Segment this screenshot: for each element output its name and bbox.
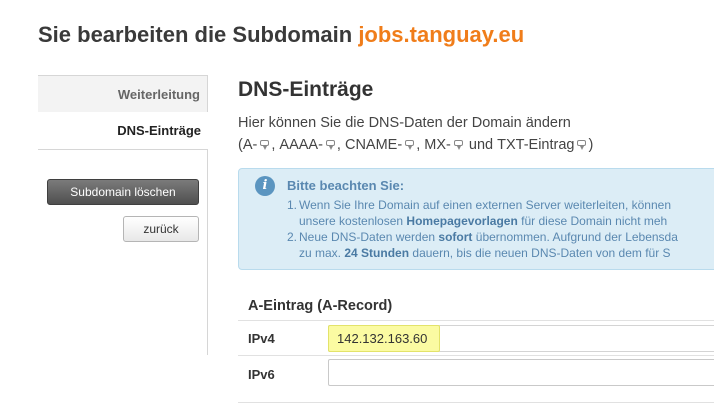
page-title-prefix: Sie bearbeiten die Subdomain [38, 22, 353, 47]
record-types-line: (A-, AAAA-, CNAME-, MX- und TXT-Eintrag) [238, 134, 593, 156]
info-tooltip-icon[interactable] [260, 140, 270, 150]
notice-box: i Bitte beachten Sie: 1. Wenn Sie Ihre D… [238, 168, 714, 270]
record-type-mx: MX- [424, 137, 451, 153]
ipv6-input[interactable] [328, 359, 714, 386]
sidebar: Weiterleitung DNS-Einträge Subdomain lös… [38, 75, 208, 405]
a-record-title: A-Eintrag (A-Record) [248, 298, 393, 314]
notice-list: 1. Wenn Sie Ihre Domain auf einen extern… [287, 198, 678, 260]
record-type-a: A- [242, 137, 258, 153]
info-tooltip-icon[interactable] [325, 140, 335, 150]
notice-item-1: 1. Wenn Sie Ihre Domain auf einen extern… [287, 198, 671, 212]
record-type-txt: TXT-Eintrag [497, 137, 575, 153]
page-title: Sie bearbeiten die Subdomain jobs.tangua… [38, 22, 524, 48]
info-tooltip-icon[interactable] [405, 140, 415, 150]
ipv4-label: IPv4 [248, 331, 275, 346]
ipv6-label: IPv6 [248, 367, 275, 382]
description-line1: Hier können Sie die DNS-Daten der Domain… [238, 115, 571, 131]
notice-title: Bitte beachten Sie: [287, 178, 405, 193]
info-tooltip-icon[interactable] [577, 140, 587, 150]
record-type-cname: CNAME- [344, 137, 403, 153]
info-tooltip-icon[interactable] [453, 140, 463, 150]
sidebar-divider [207, 150, 208, 355]
description: Hier können Sie die DNS-Daten der Domain… [238, 112, 593, 156]
ipv6-row: IPv6 [238, 355, 714, 403]
delete-subdomain-button[interactable]: Subdomain löschen [47, 179, 199, 205]
sidebar-tab-weiterleitung[interactable]: Weiterleitung [38, 75, 208, 113]
notice-item-2: 2. Neue DNS-Daten werden sofort übernomm… [287, 230, 678, 244]
ipv4-row: IPv4 [238, 320, 714, 359]
ipv4-input[interactable] [328, 325, 440, 352]
section-title: DNS-Einträge [238, 78, 374, 101]
subdomain-name: jobs.tanguay.eu [358, 22, 525, 47]
sidebar-tab-dns-eintraege[interactable]: DNS-Einträge [38, 112, 208, 150]
info-icon: i [255, 176, 275, 196]
record-type-aaaa: AAAA- [279, 137, 323, 153]
back-button[interactable]: zurück [123, 216, 199, 242]
